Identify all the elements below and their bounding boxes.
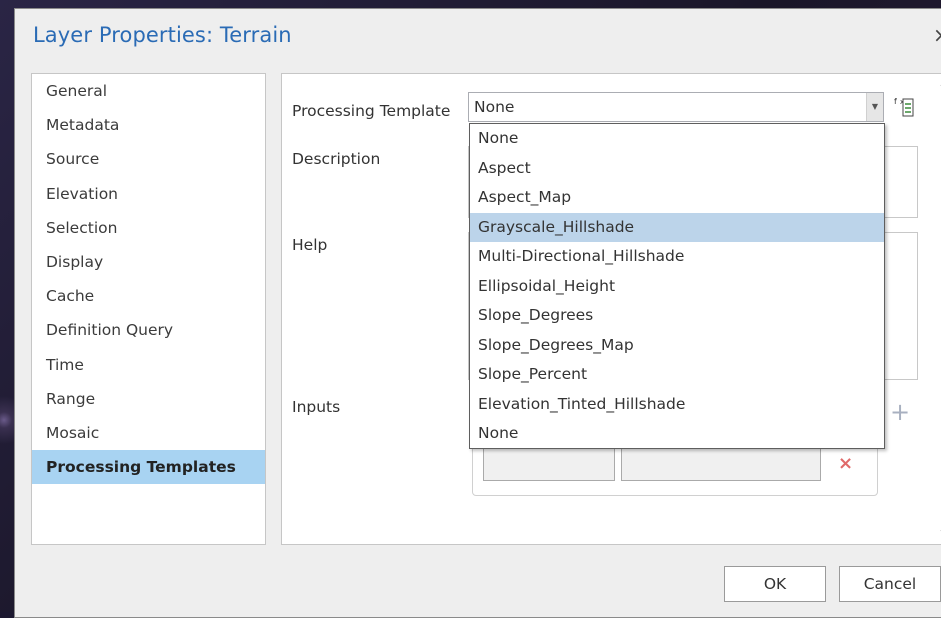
processing-template-combo[interactable]: None ▼ <box>468 92 884 122</box>
description-label: Description <box>292 150 381 168</box>
chevron-down-icon[interactable]: ▼ <box>866 93 883 121</box>
input-name-cell[interactable] <box>483 447 615 481</box>
add-input-icon[interactable]: + <box>890 400 910 424</box>
sidebar-item-elevation[interactable]: Elevation <box>32 177 265 211</box>
sidebar-item-time[interactable]: Time <box>32 348 265 382</box>
dropdown-option-aspect[interactable]: Aspect <box>470 154 884 184</box>
help-label: Help <box>292 236 328 254</box>
dropdown-option-slope-percent[interactable]: Slope_Percent <box>470 360 884 390</box>
function-editor-icon[interactable]: f x <box>894 96 914 118</box>
dropdown-option-slope-degrees[interactable]: Slope_Degrees <box>470 301 884 331</box>
sidebar-item-metadata[interactable]: Metadata <box>32 108 265 142</box>
processing-template-label: Processing Template <box>292 102 451 120</box>
sidebar-item-source[interactable]: Source <box>32 142 265 176</box>
input-value-cell[interactable] <box>621 447 821 481</box>
sidebar-item-cache[interactable]: Cache <box>32 279 265 313</box>
processing-template-value: None <box>474 98 515 116</box>
dropdown-option-aspect-map[interactable]: Aspect_Map <box>470 183 884 213</box>
dropdown-option-ellipsoidal-height[interactable]: Ellipsoidal_Height <box>470 272 884 302</box>
processing-template-dropdown: None Aspect Aspect_Map Grayscale_Hillsha… <box>469 123 885 449</box>
svg-text:f: f <box>894 97 897 106</box>
dropdown-option-none[interactable]: None <box>470 124 884 154</box>
inputs-label: Inputs <box>292 398 341 416</box>
remove-input-icon[interactable]: × <box>838 453 853 474</box>
sidebar-item-display[interactable]: Display <box>32 245 265 279</box>
dialog-title: Layer Properties: Terrain <box>33 23 292 47</box>
sidebar-item-processing-templates[interactable]: Processing Templates <box>32 450 265 485</box>
dropdown-option-none-2[interactable]: None <box>470 419 884 449</box>
ok-button[interactable]: OK <box>724 566 826 602</box>
dropdown-option-elevation-tinted-hillshade[interactable]: Elevation_Tinted_Hillshade <box>470 390 884 420</box>
sidebar-item-mosaic[interactable]: Mosaic <box>32 416 265 450</box>
layer-properties-dialog: Layer Properties: Terrain × General Meta… <box>14 8 941 618</box>
sidebar-item-range[interactable]: Range <box>32 382 265 416</box>
cancel-button[interactable]: Cancel <box>839 566 941 602</box>
close-icon[interactable]: × <box>933 23 941 47</box>
dropdown-option-multi-directional-hillshade[interactable]: Multi-Directional_Hillshade <box>470 242 884 272</box>
dropdown-option-slope-degrees-map[interactable]: Slope_Degrees_Map <box>470 331 884 361</box>
sidebar: General Metadata Source Elevation Select… <box>31 73 266 545</box>
sidebar-item-general[interactable]: General <box>32 74 265 108</box>
sidebar-item-selection[interactable]: Selection <box>32 211 265 245</box>
sidebar-item-definition-query[interactable]: Definition Query <box>32 313 265 347</box>
dropdown-option-grayscale-hillshade[interactable]: Grayscale_Hillshade <box>470 212 884 242</box>
